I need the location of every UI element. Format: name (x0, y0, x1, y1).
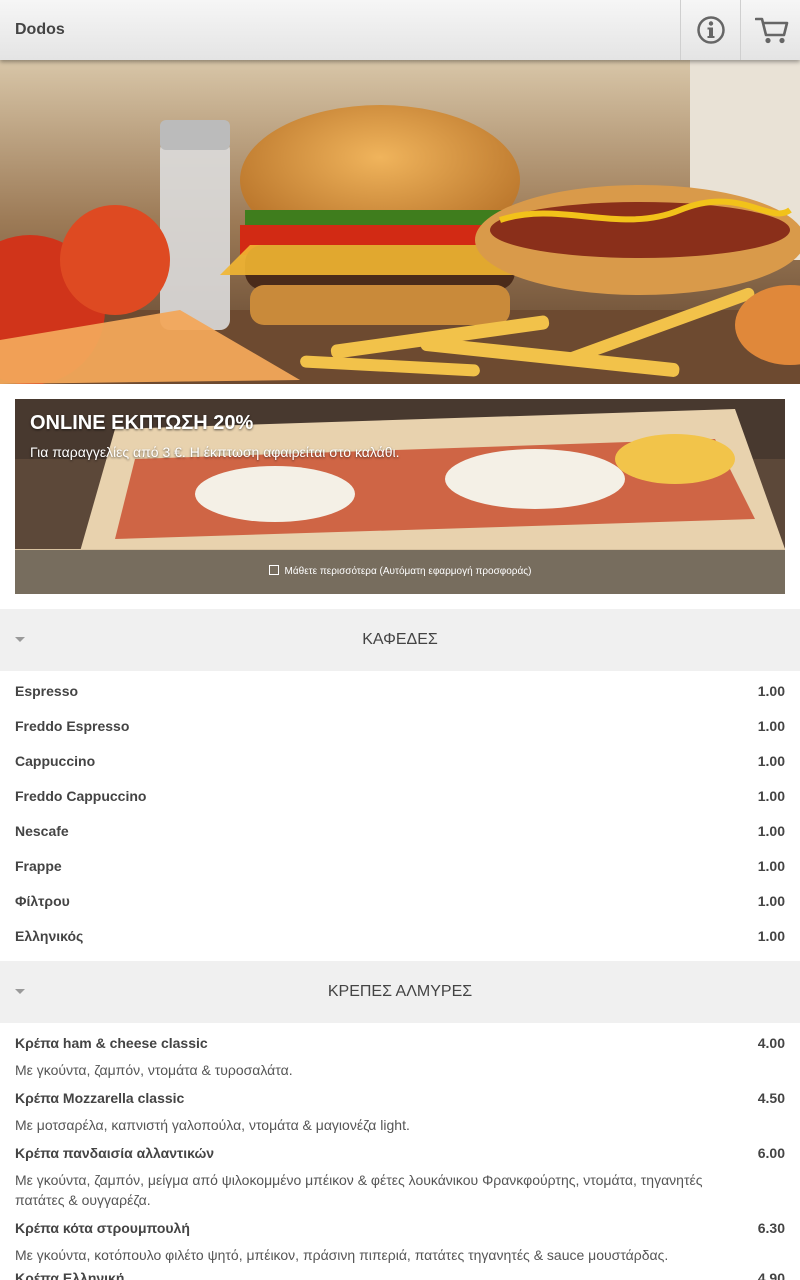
item-description: Με γκούντα, ζαμπόν, ντομάτα & τυροσαλάτα… (15, 1062, 293, 1078)
menu-item[interactable]: Φίλτρου 1.00 (0, 893, 800, 923)
info-button[interactable] (680, 0, 740, 60)
item-price: 1.00 (757, 683, 785, 699)
item-name: Κρέπα Mozzarella classic (15, 1090, 185, 1106)
cart-icon (755, 17, 789, 44)
item-price: 1.00 (757, 788, 785, 804)
expand-icon (268, 565, 279, 575)
menu-item[interactable]: Nescafe 1.00 (0, 823, 800, 853)
item-name: Ελληνικός (15, 928, 84, 944)
app-header: Dodos (0, 0, 800, 60)
item-price: 6.30 (757, 1220, 785, 1236)
item-name: Freddo Espresso (15, 718, 130, 734)
item-name: Κρέπα πανδαισία αλλαντικών (15, 1145, 215, 1161)
item-price: 4.90 (757, 1270, 785, 1280)
hero-banner-image (0, 60, 800, 384)
item-name: Cappuccino (15, 753, 96, 769)
promo-footer-bar: Μάθετε περισσότερα (Αυτόματη εφαρμογή πρ… (15, 550, 785, 594)
category-header-savory-crepes[interactable]: ΚΡΕΠΕΣ ΑΛΜΥΡΕΣ (0, 961, 800, 1023)
app-title: Dodos (15, 21, 65, 38)
promo-title: ONLINE ΕΚΠΤΩΣΗ 20% (30, 412, 254, 434)
menu-item[interactable]: Κρέπα πανδαισία αλλαντικών 6.00 Με γκούν… (0, 1145, 800, 1215)
item-name: Freddo Cappuccino (15, 788, 147, 804)
info-icon (697, 16, 725, 44)
menu-item[interactable]: Ελληνικός 1.00 (0, 928, 800, 958)
item-name: Κρέπα κότα στρουμπουλή (15, 1220, 190, 1236)
item-price: 1.00 (757, 893, 785, 909)
item-price: 1.00 (757, 753, 785, 769)
menu-item[interactable]: Frappe 1.00 (0, 858, 800, 888)
menu-item[interactable]: Freddo Espresso 1.00 (0, 718, 800, 748)
menu-item[interactable]: Freddo Cappuccino 1.00 (0, 788, 800, 818)
menu-item[interactable]: Κρέπα Mozzarella classic 4.50 Με μοτσαρέ… (0, 1090, 800, 1140)
menu-item[interactable]: Κρέπα κότα στρουμπουλή 6.30 Με γκούντα, … (0, 1220, 800, 1270)
category-title: ΚΡΕΠΕΣ ΑΛΜΥΡΕΣ (327, 983, 473, 1000)
promo-subtitle: Για παραγγελίες από 3 €. Η έκπτωση αφαιρ… (30, 444, 400, 460)
item-price: 6.00 (757, 1145, 785, 1161)
cart-button[interactable] (740, 0, 800, 60)
item-price: 4.50 (757, 1090, 785, 1106)
item-name: Frappe (15, 858, 62, 874)
menu-item[interactable]: Κρέπα Ελληνική 4.90 (0, 1270, 800, 1280)
item-price: 1.00 (757, 858, 785, 874)
category-title: ΚΑΦΕΔΕΣ (362, 631, 438, 648)
item-name: Κρέπα ham & cheese classic (15, 1035, 208, 1051)
item-description: Με μοτσαρέλα, καπνιστή γαλοπούλα, ντομάτ… (15, 1117, 410, 1133)
item-name: Κρέπα Ελληνική (15, 1270, 125, 1280)
menu-item[interactable]: Cappuccino 1.00 (0, 753, 800, 783)
item-price: 4.00 (757, 1035, 785, 1051)
promo-learn-more-link[interactable]: Μάθετε περισσότερα (Αυτόματη εφαρμογή πρ… (15, 550, 785, 594)
menu-item[interactable]: Espresso 1.00 (0, 683, 800, 713)
item-name: Nescafe (15, 823, 69, 839)
item-description: Με γκούντα, ζαμπόν, μείγμα από ψιλοκομμέ… (15, 1172, 703, 1208)
item-price: 1.00 (757, 928, 785, 944)
item-price: 1.00 (757, 823, 785, 839)
menu-item[interactable]: Κρέπα ham & cheese classic 4.00 Με γκούν… (0, 1035, 800, 1085)
category-header-coffees[interactable]: ΚΑΦΕΔΕΣ (0, 609, 800, 671)
item-name: Φίλτρου (15, 893, 70, 909)
promo-banner[interactable]: ONLINE ΕΚΠΤΩΣΗ 20% Για παραγγελίες από 3… (15, 399, 785, 594)
item-name: Espresso (15, 683, 79, 699)
food-illustration (0, 60, 800, 384)
item-price: 1.00 (757, 718, 785, 734)
promo-learn-more-label: Μάθετε περισσότερα (Αυτόματη εφαρμογή πρ… (284, 566, 532, 577)
item-description: Με γκούντα, κοτόπουλο φιλέτο ψητό, μπέικ… (15, 1247, 669, 1263)
